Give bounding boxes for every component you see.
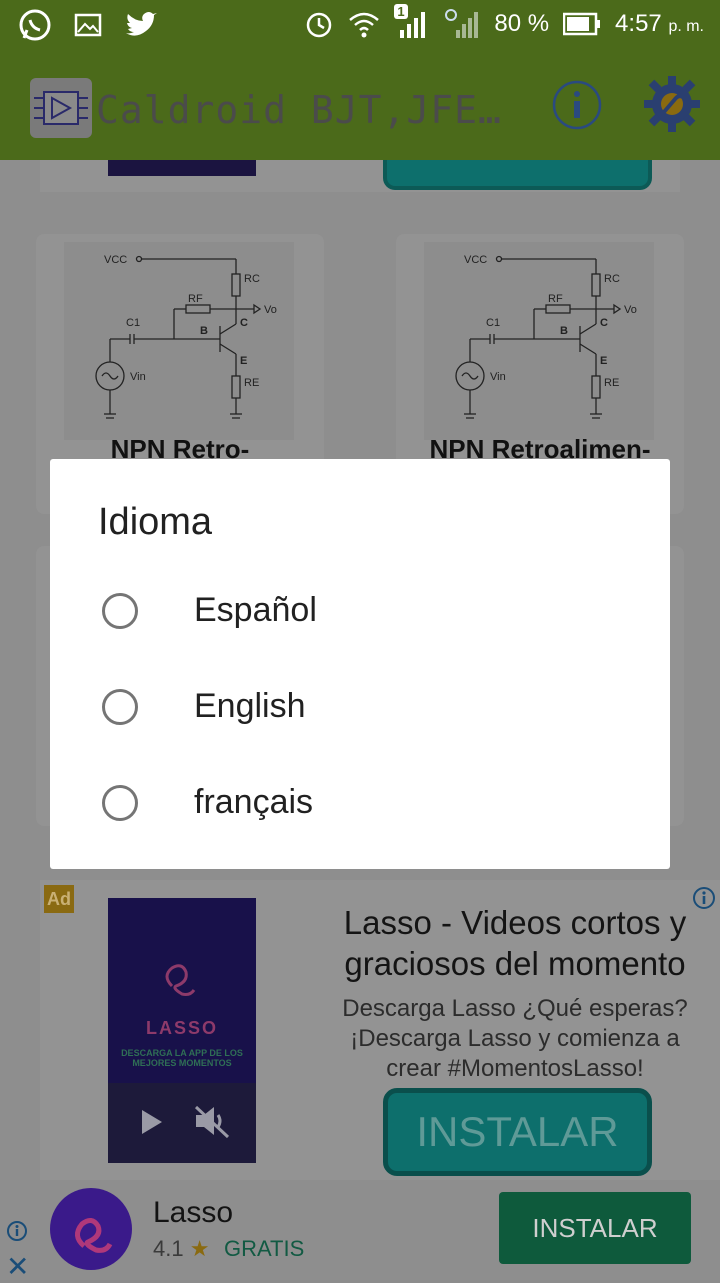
svg-text:B: B bbox=[200, 325, 208, 337]
clock: 4:57 p. m. bbox=[615, 10, 704, 38]
video-controls bbox=[108, 1083, 256, 1163]
svg-text:B: B bbox=[560, 325, 568, 337]
lasso-logo-icon bbox=[165, 964, 196, 996]
clock-ampm: p. m. bbox=[668, 18, 704, 35]
svg-text:Vin: Vin bbox=[130, 371, 146, 383]
svg-text:RC: RC bbox=[604, 273, 620, 285]
alarm-icon bbox=[307, 12, 332, 38]
svg-text:C: C bbox=[600, 317, 608, 329]
settings-gear-icon[interactable] bbox=[642, 74, 702, 134]
wifi-icon bbox=[349, 12, 380, 38]
battery-icon bbox=[563, 12, 601, 36]
svg-text:RC: RC bbox=[244, 273, 260, 285]
svg-text:E: E bbox=[600, 355, 607, 367]
svg-text:C1: C1 bbox=[126, 317, 140, 329]
svg-text:Vin: Vin bbox=[490, 371, 506, 383]
dialog-title: Idioma bbox=[98, 501, 213, 543]
circuit-diagram-image: VCC RC Vo RF C1 B C E Vin RE bbox=[424, 242, 654, 440]
svg-text:RF: RF bbox=[548, 293, 563, 305]
signal-icon-1: 1 bbox=[394, 4, 430, 40]
bottom-banner-ad[interactable]: ✕ Lasso 4.1 ★ GRATIS INSTALAR bbox=[0, 1180, 720, 1283]
svg-text:E: E bbox=[240, 355, 247, 367]
language-option-french[interactable]: français bbox=[50, 757, 670, 853]
banner-price: GRATIS bbox=[224, 1236, 305, 1261]
svg-text:VCC: VCC bbox=[464, 254, 487, 266]
ad-description: Descarga Lasso ¿Qué esperas? ¡Descarga L… bbox=[342, 995, 688, 1082]
twitter-icon bbox=[126, 12, 157, 36]
app-logo-icon bbox=[30, 78, 92, 138]
radio-button[interactable] bbox=[102, 593, 138, 629]
label-vcc: VCC bbox=[104, 254, 127, 266]
close-icon[interactable]: ✕ bbox=[6, 1250, 29, 1283]
radio-button[interactable] bbox=[102, 785, 138, 821]
ad-video[interactable]: LASSO DESCARGA LA APP DE LOS MEJORES MOM… bbox=[108, 898, 256, 1163]
info-icon[interactable] bbox=[552, 80, 602, 130]
language-option-english[interactable]: English bbox=[50, 661, 670, 757]
svg-text:Vo: Vo bbox=[264, 304, 277, 316]
ad-video-tagline: DESCARGA LA APP DE LOS MEJORES MOMENTOS bbox=[121, 1048, 243, 1068]
svg-text:RE: RE bbox=[604, 377, 619, 389]
svg-text:C: C bbox=[240, 317, 248, 329]
signal-icon bbox=[445, 9, 479, 38]
app-bar: Caldroid BJT,JFE… bbox=[0, 50, 720, 160]
svg-text:Vo: Vo bbox=[624, 304, 637, 316]
rating-value: 4.1 bbox=[153, 1236, 184, 1261]
banner-rating: 4.1 ★ bbox=[153, 1236, 209, 1262]
ad-install-button[interactable]: INSTALAR bbox=[383, 1088, 652, 1176]
circuit-diagram-image: VCC RC Vo RF C1 B C E Vin RE bbox=[64, 242, 294, 440]
battery-percent: 80 % bbox=[494, 10, 550, 37]
notification-icons bbox=[18, 8, 158, 42]
svg-text:C1: C1 bbox=[486, 317, 500, 329]
clock-time: 4:57 bbox=[615, 10, 662, 37]
top-ad-strip bbox=[40, 160, 680, 192]
option-label: Español bbox=[194, 591, 317, 629]
svg-text:RF: RF bbox=[188, 293, 203, 305]
mute-icon[interactable] bbox=[192, 1103, 232, 1139]
gallery-icon bbox=[74, 13, 102, 37]
star-icon: ★ bbox=[189, 1236, 210, 1261]
native-ad[interactable]: Ad LASSO DESCARGA LA APP DE LOS MEJORES … bbox=[40, 880, 720, 1180]
play-icon[interactable] bbox=[136, 1107, 166, 1137]
svg-text:RE: RE bbox=[244, 377, 259, 389]
lasso-app-icon bbox=[50, 1188, 132, 1270]
language-dialog: Idioma Español English français bbox=[50, 459, 670, 869]
app-title: Caldroid BJT,JFE… bbox=[96, 88, 502, 132]
banner-install-button[interactable]: INSTALAR bbox=[499, 1192, 691, 1264]
banner-app-name: Lasso bbox=[153, 1196, 234, 1229]
status-bar: 1 80 % 4:57 p. m. bbox=[0, 0, 720, 50]
whatsapp-icon bbox=[19, 9, 51, 41]
system-status: 1 80 % 4:57 p. m. bbox=[304, 4, 704, 40]
banner-info-icon[interactable] bbox=[6, 1220, 28, 1242]
option-label: français bbox=[194, 783, 314, 821]
top-ad-thumbnail bbox=[108, 160, 256, 176]
radio-button[interactable] bbox=[102, 689, 138, 725]
language-option-spanish[interactable]: Español bbox=[50, 565, 670, 661]
option-label: English bbox=[194, 687, 306, 725]
top-ad-install-button[interactable] bbox=[383, 160, 652, 190]
ad-badge: Ad bbox=[44, 885, 74, 913]
ad-title[interactable]: Lasso - Videos cortos y graciosos del mo… bbox=[330, 902, 700, 984]
ad-video-brand: LASSO bbox=[145, 1018, 218, 1038]
